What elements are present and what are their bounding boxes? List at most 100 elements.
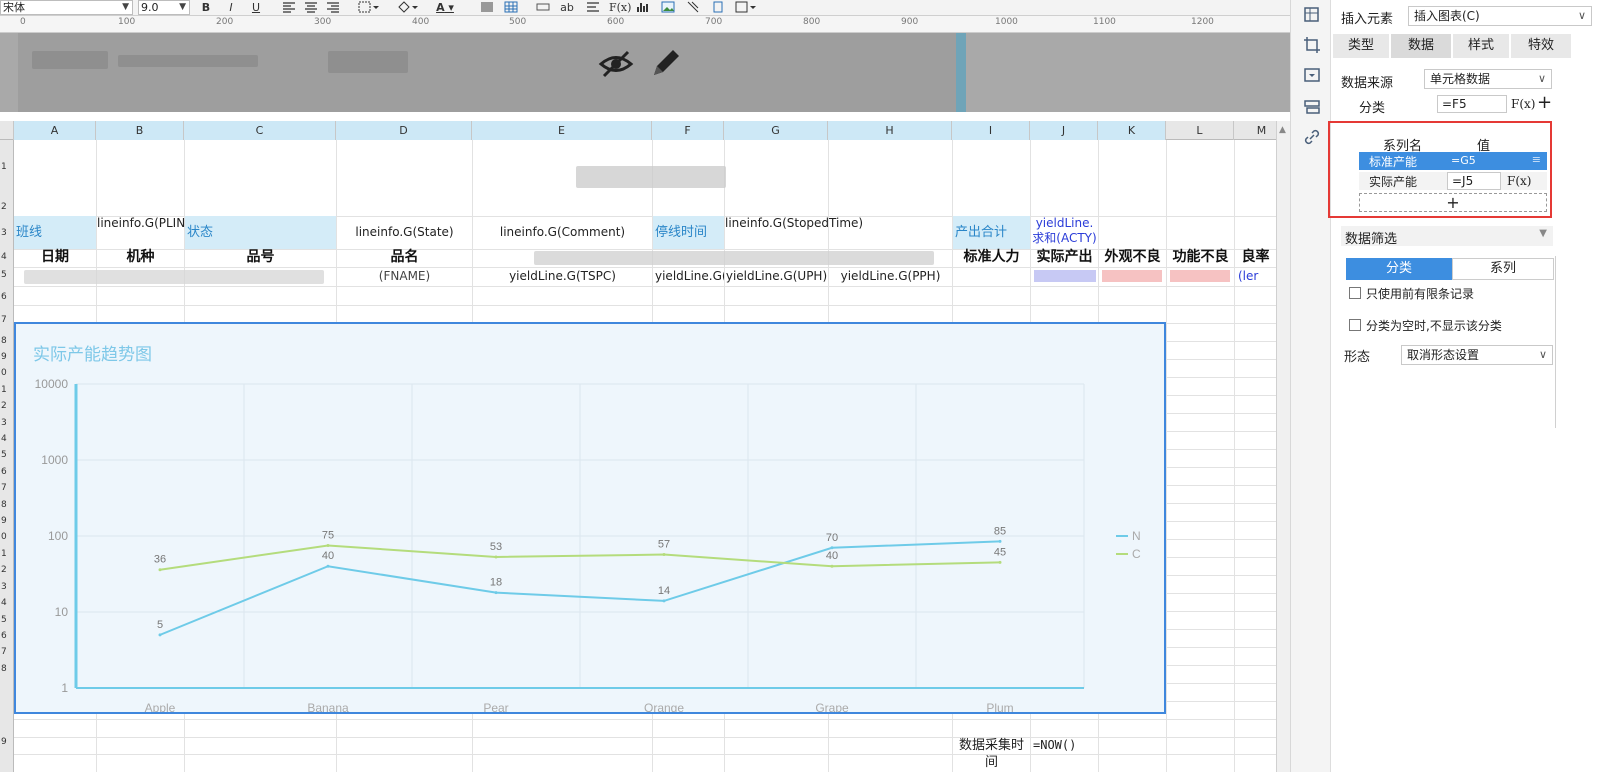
cell-g3[interactable]: lineinfo.G(StopedTime) (725, 216, 863, 249)
font-color-button[interactable]: A ▾ (432, 0, 458, 15)
column-header-d[interactable]: D (336, 121, 472, 140)
diagonal-button[interactable] (684, 0, 702, 15)
row-header[interactable]: 0 (0, 532, 13, 542)
series-row-2[interactable]: 实际产能 =J5 F(x) (1359, 172, 1547, 190)
column-header-h[interactable]: H (828, 121, 952, 140)
cell-e3[interactable]: lineinfo.G(Comment) (473, 216, 652, 249)
cell-c3[interactable]: 状态 (185, 216, 336, 249)
row-header[interactable]: 8 (0, 500, 13, 510)
line-chart[interactable]: 实际产能趋势图 1 10 100 1000 10000 Apple Banana Pear Or… (14, 322, 1166, 714)
row-header[interactable]: 2 (0, 565, 13, 575)
category-formula-button[interactable]: F(x) (1511, 95, 1535, 113)
row-header[interactable]: 4 (0, 598, 13, 608)
cell-g5[interactable]: yieldLine.G(UPH) (725, 268, 828, 285)
row-header[interactable]: 7 (0, 315, 13, 325)
category-add-button[interactable]: + (1537, 94, 1552, 112)
filter-tab-category[interactable]: 分类 (1346, 258, 1452, 280)
row-header[interactable]: 3 (0, 228, 13, 238)
footer-label[interactable]: 数据采集时间 (953, 737, 1030, 771)
cell-i3[interactable]: 产出合计 (953, 216, 1030, 249)
merge-cells-button[interactable] (478, 0, 496, 15)
pencil-icon[interactable] (650, 47, 682, 79)
attachment-button[interactable] (709, 0, 727, 15)
font-name-select[interactable]: 宋体 ▼ (0, 0, 133, 15)
cell-d4[interactable]: 品名 (337, 249, 472, 266)
eye-off-icon[interactable] (598, 49, 634, 79)
cell-element-icon[interactable] (1303, 6, 1321, 24)
align-center-button[interactable] (302, 0, 320, 15)
row-header[interactable]: 4 (0, 252, 13, 262)
row-header[interactable]: 7 (0, 483, 13, 493)
add-series-button[interactable]: + (1359, 193, 1547, 212)
align-right-button[interactable] (324, 0, 342, 15)
cell-a4[interactable]: 日期 (14, 249, 96, 266)
row-header[interactable]: 3 (0, 582, 13, 592)
row-header[interactable]: 5 (0, 450, 13, 460)
row-header[interactable]: 5 (0, 615, 13, 625)
cell-d5[interactable]: (FNAME) (337, 268, 472, 285)
column-header-l[interactable]: L (1166, 121, 1234, 140)
cell-b4[interactable]: 机种 (97, 249, 184, 266)
column-header-c[interactable]: C (184, 121, 336, 140)
paragraph-button[interactable] (584, 0, 602, 15)
cell-c4[interactable]: 品号 (185, 249, 336, 266)
cell-l4[interactable]: 功能不良 (1167, 249, 1234, 266)
table-button[interactable] (502, 0, 520, 15)
column-header-i[interactable]: I (952, 121, 1030, 140)
cell-a3[interactable]: 班线 (14, 216, 96, 249)
vertical-scrollbar[interactable]: ▲ (1276, 121, 1290, 772)
cell-f5[interactable]: yieldLine.G( (655, 268, 724, 285)
row-header[interactable]: 1 (0, 385, 13, 395)
column-header-b[interactable]: B (96, 121, 184, 140)
column-header-f[interactable]: F (652, 121, 724, 140)
category-input[interactable]: =F5 (1437, 95, 1507, 113)
row-header[interactable]: 1 (0, 162, 13, 172)
series-row-1[interactable]: 标准产能 =G5 ≡ (1359, 152, 1547, 170)
fill-color-button[interactable] (395, 0, 421, 15)
column-header-a[interactable]: A (14, 121, 96, 140)
cell-j4[interactable]: 实际产出 (1031, 249, 1098, 266)
image-button[interactable] (659, 0, 677, 15)
row-header[interactable]: 8 (0, 336, 13, 346)
column-header-j[interactable]: J (1030, 121, 1098, 140)
row-header[interactable]: 6 (0, 467, 13, 477)
series-2-value-input[interactable]: =J5 (1447, 172, 1501, 190)
italic-button[interactable]: I (222, 0, 240, 15)
row-header[interactable]: 4 (0, 434, 13, 444)
data-source-select[interactable]: 单元格数据 ∨ (1424, 69, 1552, 89)
list-widget-icon[interactable] (1303, 98, 1321, 116)
border-button[interactable] (356, 0, 382, 15)
shape-select[interactable]: 取消形态设置 ∨ (1401, 345, 1553, 365)
bar-chart-button[interactable] (634, 0, 652, 15)
formula-button[interactable]: F(x) (609, 0, 631, 15)
row-header[interactable]: 2 (0, 202, 13, 212)
cell-m5[interactable]: (ler (1238, 268, 1276, 285)
align-left-button[interactable] (280, 0, 298, 15)
row-header[interactable]: 6 (0, 631, 13, 641)
cell-k4[interactable]: 外观不良 (1099, 249, 1166, 266)
underline-button[interactable]: U (247, 0, 265, 15)
cell-h5[interactable]: yieldLine.G(PPH) (829, 268, 952, 285)
crop-icon[interactable] (1303, 36, 1321, 54)
cell-j3[interactable]: yieldLine.求和(ACTY) (1031, 216, 1098, 249)
font-size-select[interactable]: 9.0 ▼ (138, 0, 190, 15)
tab-data[interactable]: 数据 (1391, 34, 1451, 58)
textbox-button[interactable] (534, 0, 552, 15)
tab-style[interactable]: 样式 (1453, 34, 1509, 58)
row-header[interactable]: 3 (0, 418, 13, 428)
row-header[interactable]: 6 (0, 292, 13, 302)
panel-scrollbar[interactable] (1555, 256, 1556, 428)
row-header[interactable]: 7 (0, 647, 13, 657)
row-header[interactable]: 9 (0, 516, 13, 526)
dropdown-widget-icon[interactable] (1303, 66, 1321, 84)
more-insert-button[interactable] (733, 0, 759, 15)
insert-element-select[interactable]: 插入图表(C) ∨ (1408, 6, 1592, 26)
cell-m4[interactable]: 良率 (1235, 249, 1276, 266)
tab-type[interactable]: 类型 (1333, 34, 1389, 58)
cell-b3[interactable]: lineinfo.G(PLINE) (97, 216, 197, 249)
select-all-corner[interactable] (0, 121, 14, 140)
row-header[interactable]: 0 (0, 368, 13, 378)
cell-i4[interactable]: 标准人力 (953, 249, 1030, 266)
series-2-formula-button[interactable]: F(x) (1507, 172, 1531, 190)
limit-records-checkbox[interactable] (1349, 287, 1361, 299)
